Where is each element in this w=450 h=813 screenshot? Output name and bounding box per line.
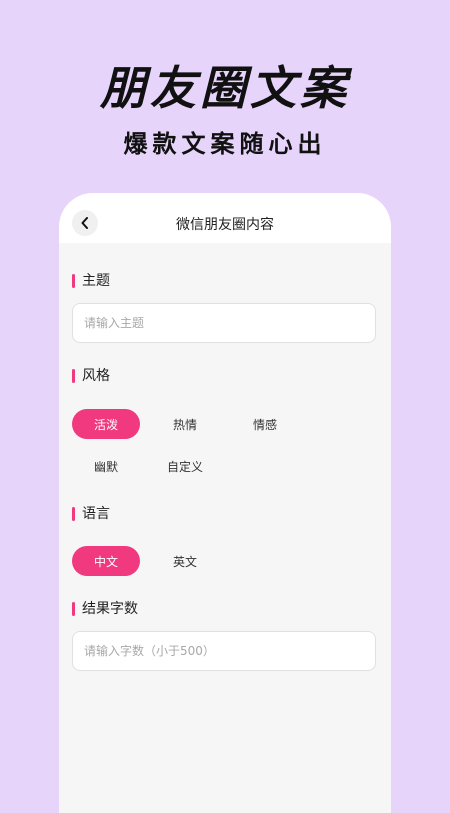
language-chip-chinese[interactable]: 中文	[72, 546, 140, 576]
language-label: 语言	[72, 505, 110, 523]
style-chip-custom[interactable]: 自定义	[151, 451, 219, 481]
promo-title: 朋友圈文案	[100, 61, 350, 115]
word-count-label: 结果字数	[72, 600, 138, 618]
style-chip-emotional[interactable]: 情感	[231, 409, 299, 439]
page-title: 微信朋友圈内容	[176, 217, 274, 233]
word-count-field[interactable]	[72, 631, 376, 671]
promo-subtitle: 爆款文案随心出	[123, 130, 327, 158]
style-chip-passionate[interactable]: 热情	[151, 409, 219, 439]
topic-input[interactable]	[84, 316, 364, 330]
topic-label: 主题	[72, 272, 110, 290]
topic-field[interactable]	[72, 303, 376, 343]
word-count-input[interactable]	[84, 644, 364, 658]
language-chip-english[interactable]: 英文	[151, 546, 219, 576]
style-label: 风格	[72, 367, 110, 385]
phone-screen: 微信朋友圈内容 主题 风格 活泼 热情 情感 幽默 自定义 语言 中文 英文 结…	[59, 193, 391, 813]
navigation-bar: 微信朋友圈内容	[59, 193, 391, 243]
style-chip-humorous[interactable]: 幽默	[72, 451, 140, 481]
style-chip-lively[interactable]: 活泼	[72, 409, 140, 439]
